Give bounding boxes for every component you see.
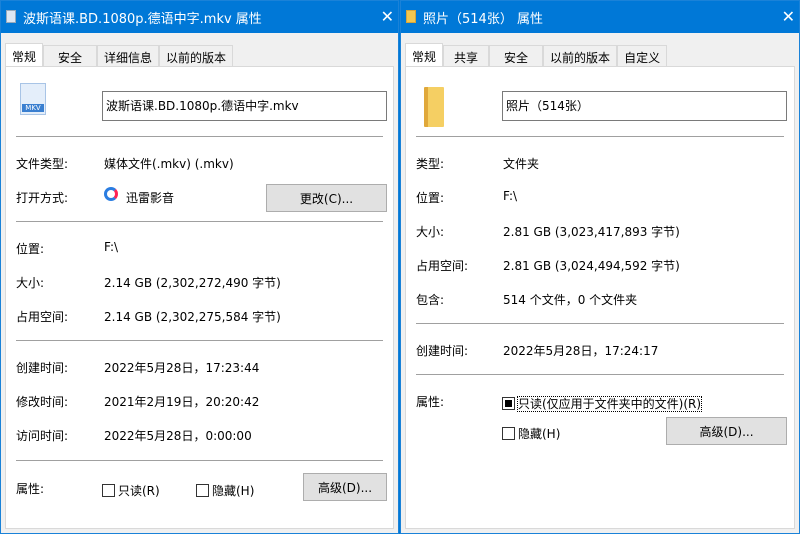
contains-value: 514 个文件，0 个文件夹 bbox=[503, 293, 638, 307]
tab-previous-versions[interactable]: 以前的版本 bbox=[543, 45, 618, 67]
file-properties-window: 波斯语课.BD.1080p.德语中字.mkv 属性 ✕ 常规 安全 详细信息 以… bbox=[0, 0, 399, 534]
change-button[interactable]: 更改(C)... bbox=[266, 184, 387, 212]
hidden-label: 隐藏(H) bbox=[212, 484, 255, 498]
xunlei-player-icon bbox=[104, 187, 118, 201]
filename-input[interactable]: 波斯语课.BD.1080p.德语中字.mkv bbox=[102, 91, 387, 121]
open-with-value: 迅雷影音 bbox=[126, 191, 175, 205]
advanced-button[interactable]: 高级(D)... bbox=[666, 417, 787, 445]
title-bar: 波斯语课.BD.1080p.德语中字.mkv 属性 ✕ bbox=[1, 1, 398, 33]
size-value: 2.14 GB (2,302,272,490 字节) bbox=[104, 276, 281, 290]
disk-size-value: 2.14 GB (2,302,275,584 字节) bbox=[104, 310, 281, 324]
window-title: 照片（514张） 属性 bbox=[423, 11, 543, 27]
location-label: 位置: bbox=[416, 191, 445, 205]
file-icon-label: MKV bbox=[22, 104, 44, 112]
hidden-label: 隐藏(H) bbox=[518, 427, 561, 441]
tab-bar: 常规 共享 安全 以前的版本 自定义 bbox=[405, 43, 668, 67]
window-title: 波斯语课.BD.1080p.德语中字.mkv 属性 bbox=[23, 11, 262, 27]
tab-general[interactable]: 常规 bbox=[5, 43, 44, 67]
created-label: 创建时间: bbox=[416, 344, 469, 358]
tab-previous-versions[interactable]: 以前的版本 bbox=[159, 45, 234, 67]
tab-details[interactable]: 详细信息 bbox=[97, 45, 160, 67]
disk-size-label: 占用空间: bbox=[16, 310, 69, 324]
modified-value: 2021年2月19日，20:20:42 bbox=[104, 395, 260, 409]
location-value: F:\ bbox=[104, 240, 119, 254]
type-value: 文件夹 bbox=[503, 157, 540, 171]
location-label: 位置: bbox=[16, 242, 45, 256]
file-icon bbox=[6, 10, 16, 23]
modified-label: 修改时间: bbox=[16, 395, 69, 409]
attributes-label: 属性: bbox=[416, 395, 445, 409]
large-folder-icon bbox=[424, 87, 444, 127]
accessed-value: 2022年5月28日，0:00:00 bbox=[104, 429, 252, 443]
close-icon[interactable]: ✕ bbox=[782, 7, 795, 26]
foldername-input[interactable]: 照片（514张） bbox=[502, 91, 787, 121]
advanced-button[interactable]: 高级(D)... bbox=[303, 473, 387, 501]
size-value: 2.81 GB (3,023,417,893 字节) bbox=[503, 225, 680, 239]
folder-icon bbox=[406, 10, 416, 23]
general-panel: 照片（514张） 类型: 文件夹 位置: F:\ 大小: 2.81 GB (3,… bbox=[405, 66, 795, 529]
type-label: 类型: bbox=[416, 157, 445, 171]
general-panel: MKV 波斯语课.BD.1080p.德语中字.mkv 文件类型: 媒体文件(.m… bbox=[5, 66, 394, 529]
disk-size-value: 2.81 GB (3,024,494,592 字节) bbox=[503, 259, 680, 273]
readonly-checkbox[interactable]: 只读(仅应用于文件夹中的文件)(R) bbox=[502, 395, 703, 412]
mkv-file-icon: MKV bbox=[20, 83, 46, 115]
hidden-checkbox[interactable]: 隐藏(H) bbox=[502, 425, 560, 442]
close-icon[interactable]: ✕ bbox=[381, 7, 394, 26]
disk-size-label: 占用空间: bbox=[416, 259, 469, 273]
readonly-label: 只读(R) bbox=[118, 484, 160, 498]
tab-security[interactable]: 安全 bbox=[43, 45, 98, 67]
created-value: 2022年5月28日，17:23:44 bbox=[104, 361, 260, 375]
readonly-label: 只读(仅应用于文件夹中的文件)(R) bbox=[516, 396, 703, 412]
tab-customize[interactable]: 自定义 bbox=[617, 45, 668, 67]
type-label: 文件类型: bbox=[16, 157, 69, 171]
created-label: 创建时间: bbox=[16, 361, 69, 375]
title-bar: 照片（514张） 属性 ✕ bbox=[401, 1, 799, 33]
attributes-label: 属性: bbox=[16, 482, 45, 496]
type-value: 媒体文件(.mkv) (.mkv) bbox=[104, 157, 234, 171]
folder-properties-window: 照片（514张） 属性 ✕ 常规 共享 安全 以前的版本 自定义 照片（514张… bbox=[400, 0, 800, 534]
readonly-checkbox[interactable]: 只读(R) bbox=[102, 482, 160, 499]
tab-general[interactable]: 常规 bbox=[405, 43, 444, 67]
tab-bar: 常规 安全 详细信息 以前的版本 bbox=[5, 43, 234, 67]
size-label: 大小: bbox=[16, 276, 45, 290]
contains-label: 包含: bbox=[416, 293, 445, 307]
created-value: 2022年5月28日，17:24:17 bbox=[503, 344, 659, 358]
location-value: F:\ bbox=[503, 189, 518, 203]
size-label: 大小: bbox=[416, 225, 445, 239]
open-with-label: 打开方式: bbox=[16, 191, 69, 205]
tab-sharing[interactable]: 共享 bbox=[443, 45, 490, 67]
accessed-label: 访问时间: bbox=[16, 429, 69, 443]
tab-security[interactable]: 安全 bbox=[489, 45, 544, 67]
hidden-checkbox[interactable]: 隐藏(H) bbox=[196, 482, 254, 499]
